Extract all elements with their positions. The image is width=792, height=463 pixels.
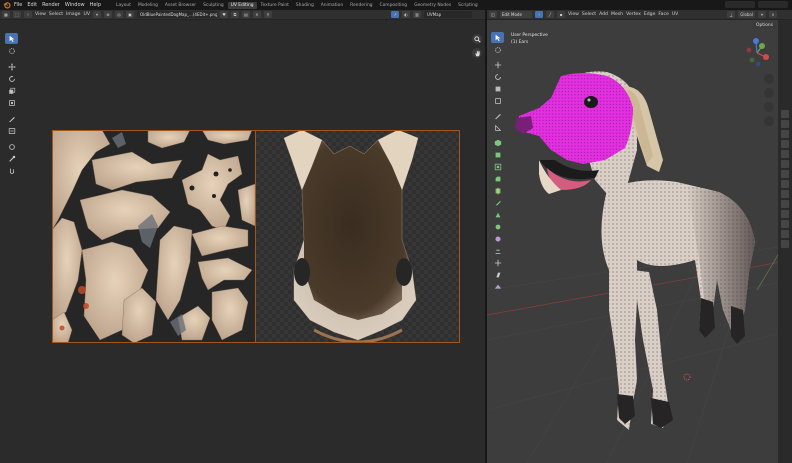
uv-texture-image[interactable] (51, 129, 460, 344)
grab-tool-icon[interactable] (5, 141, 18, 152)
pan-hand-icon[interactable] (472, 48, 482, 58)
workspace-tabs: Layout Modeling Asset Browser Sculpting … (113, 1, 481, 9)
image-browse-icon[interactable]: ▣ (125, 11, 134, 18)
fake-user-icon[interactable]: ♥ (219, 11, 228, 18)
menu-file[interactable]: File (14, 2, 22, 8)
overlay-toggle-icon[interactable]: ◐ (402, 11, 410, 18)
constraint-properties-icon[interactable] (781, 210, 789, 218)
material-properties-icon[interactable] (781, 230, 789, 238)
3d-viewport: ◫ Edit Mode ⁘ ╱ ▪ View Select Add Mesh V… (487, 10, 792, 463)
main-menu: File Edit Render Window Help (14, 2, 101, 8)
annotate-tool-icon[interactable] (5, 113, 18, 124)
modifier-properties-icon[interactable] (781, 180, 789, 188)
uv-map-field[interactable]: UVMap (424, 11, 472, 18)
menu-uv[interactable]: UV (83, 12, 90, 17)
data-properties-icon[interactable] (781, 220, 789, 228)
pin-icon[interactable]: ⚲ (263, 11, 272, 18)
menu-render[interactable]: Render (42, 2, 60, 8)
view-layer-field[interactable] (758, 1, 788, 8)
uv-editor-header: ▦ ⬚ ⁘ View Select Image UV ⌖ ⊕ ◎ ▣ OldBl… (0, 10, 485, 20)
menu-window[interactable]: Window (65, 2, 85, 8)
pivot-icon[interactable]: ⌖ (92, 11, 101, 18)
image-name-field[interactable]: OldBluePaintedDogMap_...(4EDit+.png (136, 11, 217, 18)
tab-scripting[interactable]: Scripting (455, 2, 481, 9)
uv-navigation (472, 34, 482, 58)
zoom-icon[interactable] (472, 34, 482, 44)
tab-uv-editing[interactable]: UV Editing (227, 1, 257, 9)
uv-tile-1001-frame (52, 130, 256, 343)
snap-icon[interactable]: ⊕ (103, 11, 112, 18)
uv-toolbar (5, 33, 18, 176)
relax-tool-icon[interactable] (5, 153, 18, 164)
select-box-tool-icon[interactable] (5, 33, 18, 44)
view-layer-properties-icon[interactable] (781, 140, 789, 148)
tab-animation[interactable]: Animation (318, 2, 346, 9)
editor-type-icon[interactable]: ▦ (2, 11, 10, 18)
scene-selector (725, 1, 788, 8)
cursor-tool-icon[interactable] (5, 45, 18, 56)
tab-modeling[interactable]: Modeling (135, 2, 161, 9)
tab-sculpting[interactable]: Sculpting (200, 2, 227, 9)
uvmap-icon: ▥ (413, 11, 421, 18)
properties-strip (778, 20, 792, 463)
menu-edit[interactable]: Edit (27, 2, 37, 8)
menu-help[interactable]: Help (90, 2, 101, 8)
tool-properties-icon[interactable] (781, 110, 789, 118)
tab-geometry-nodes[interactable]: Geometry Nodes (411, 2, 454, 9)
menu-select[interactable]: Select (49, 12, 63, 17)
render-properties-icon[interactable] (781, 120, 789, 128)
proportional-edit-icon[interactable]: ◎ (114, 11, 123, 18)
texture-properties-icon[interactable] (781, 240, 789, 248)
object-properties-icon[interactable] (781, 170, 789, 178)
new-image-icon[interactable]: ⧉ (230, 11, 239, 18)
physics-properties-icon[interactable] (781, 200, 789, 208)
menu-view[interactable]: View (35, 12, 46, 17)
open-image-icon[interactable]: ▤ (241, 11, 250, 18)
tab-layout[interactable]: Layout (113, 2, 134, 9)
scene-field[interactable] (725, 1, 755, 8)
move-tool-icon[interactable] (5, 61, 18, 72)
uv-select-mode-icon[interactable]: ⬚ (13, 11, 21, 18)
pinch-tool-icon[interactable] (5, 165, 18, 176)
rip-tool-icon[interactable] (5, 125, 18, 136)
tab-asset-browser[interactable]: Asset Browser (162, 2, 199, 9)
gizmo-toggle-icon[interactable]: ↗ (391, 11, 399, 18)
tab-rendering[interactable]: Rendering (347, 2, 375, 9)
tab-texture-paint[interactable]: Texture Paint (258, 2, 292, 9)
uv-editor: ▦ ⬚ ⁘ View Select Image UV ⌖ ⊕ ◎ ▣ OldBl… (0, 10, 485, 463)
unlink-image-icon[interactable]: ✕ (252, 11, 261, 18)
menu-image[interactable]: Image (66, 12, 80, 17)
transform-tool-icon[interactable] (5, 97, 18, 108)
tab-shading[interactable]: Shading (293, 2, 317, 9)
rotate-tool-icon[interactable] (5, 73, 18, 84)
particle-properties-icon[interactable] (781, 190, 789, 198)
blender-logo-icon[interactable] (2, 1, 11, 9)
top-bar: File Edit Render Window Help Layout Mode… (0, 0, 792, 10)
scene-properties-icon[interactable] (781, 150, 789, 158)
sticky-select-icon[interactable]: ⁘ (24, 11, 32, 18)
scale-tool-icon[interactable] (5, 85, 18, 96)
tab-compositing[interactable]: Compositing (377, 2, 411, 9)
output-properties-icon[interactable] (781, 130, 789, 138)
uv-tile-1002-frame (255, 130, 460, 343)
world-properties-icon[interactable] (781, 160, 789, 168)
dog-mesh[interactable] (487, 10, 792, 463)
